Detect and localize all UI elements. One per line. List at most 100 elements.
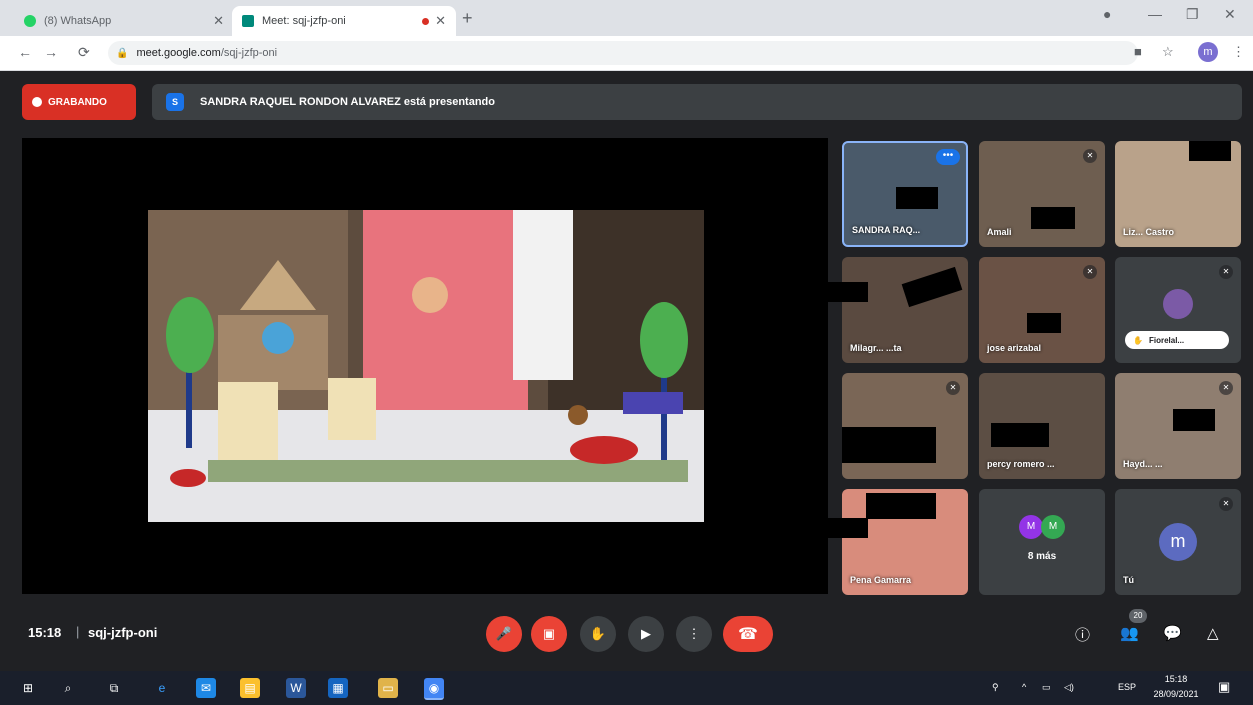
participant-tile[interactable]: ••• SANDRA RAQ... <box>842 141 968 247</box>
participant-name: Fiorelal... <box>1148 335 1185 345</box>
recording-badge: GRABANDO <box>22 84 136 120</box>
redaction-box <box>1031 207 1075 229</box>
redaction-box <box>991 423 1049 447</box>
mic-muted-icon: ✕ <box>1219 265 1233 279</box>
notifications-icon[interactable]: ▣ <box>1218 679 1230 695</box>
shared-video-scene <box>148 210 704 522</box>
mic-muted-icon: ✕ <box>1219 381 1233 395</box>
redaction-box <box>826 518 868 538</box>
participant-tile[interactable]: ✕ jose arizabal <box>979 257 1105 363</box>
meeting-time: 15:18 <box>28 625 62 640</box>
clock-time[interactable]: 15:18 <box>1158 674 1194 684</box>
participant-tile[interactable]: ✕ Amali <box>979 141 1105 247</box>
store-icon[interactable]: ▤ <box>240 678 260 698</box>
redaction-box <box>901 266 963 308</box>
lock-icon: 🔒 <box>116 47 129 59</box>
camera-toggle-button[interactable]: ▣ <box>531 616 567 652</box>
word-icon[interactable]: W <box>286 678 306 698</box>
back-icon[interactable]: ← <box>18 44 32 60</box>
mic-muted-icon: ✕ <box>1083 149 1097 163</box>
participant-name: Tú <box>1123 575 1134 585</box>
meeting-details-icon[interactable]: ⓘ <box>1075 624 1090 645</box>
close-icon[interactable]: ✕ <box>435 13 446 29</box>
present-screen-icon: ▶ <box>641 626 651 641</box>
self-tile[interactable]: ✕ m Tú <box>1115 489 1241 595</box>
new-tab-button[interactable]: + <box>462 8 473 29</box>
participant-tile[interactable]: Liz... Castro <box>1115 141 1241 247</box>
raise-hand-button[interactable]: ✋ <box>580 616 616 652</box>
participant-tile[interactable]: Milagr... ...ta <box>842 257 968 363</box>
participant-name: Amali <box>987 227 1012 237</box>
camera-off-icon: ▣ <box>542 626 556 641</box>
participant-name: jose arizabal <box>987 343 1042 353</box>
participant-count-badge: 20 <box>1129 609 1147 623</box>
participant-name: percy romero ... <box>987 459 1055 469</box>
participant-tile[interactable]: ✕ ✋ Fiorelal... <box>1115 257 1241 363</box>
search-icon[interactable]: ⌕ <box>58 678 78 698</box>
participant-tile[interactable]: percy romero ... <box>979 373 1105 479</box>
mic-toggle-button[interactable]: 🎤 <box>486 616 522 652</box>
mail-icon[interactable]: ✉ <box>196 678 216 698</box>
url-path: /sqj-jzfp-oni <box>220 47 278 59</box>
recording-indicator-icon <box>422 17 430 25</box>
more-count: 8 más <box>1027 551 1057 562</box>
present-button[interactable]: ▶ <box>628 616 664 652</box>
forward-icon[interactable]: → <box>44 44 58 60</box>
avatar: M <box>1041 515 1065 539</box>
tab-whatsapp[interactable]: (8) WhatsApp ✕ <box>14 6 234 36</box>
close-icon[interactable]: ✕ <box>213 13 224 29</box>
meeting-code: sqj-jzfp-oni <box>88 625 158 640</box>
redaction-box <box>826 282 868 302</box>
name-chip: ✋ Fiorelal... <box>1125 331 1229 349</box>
close-window-button[interactable]: ✕ <box>1224 6 1236 23</box>
more-participants-tile[interactable]: M M 8 más <box>979 489 1105 595</box>
tab-title: (8) WhatsApp <box>44 15 112 27</box>
end-call-button[interactable]: ☎ <box>723 616 773 652</box>
restore-button[interactable]: ❐ <box>1186 6 1199 23</box>
more-vert-icon: ⋮ <box>687 626 701 641</box>
reload-icon[interactable]: ⟳ <box>78 44 90 61</box>
extension-icon[interactable]: ● <box>1103 6 1111 22</box>
activities-icon[interactable]: △ <box>1207 624 1219 642</box>
people-tray-icon[interactable]: ⚲ <box>992 682 999 693</box>
file-explorer-icon[interactable]: ▭ <box>378 678 398 698</box>
tab-meet[interactable]: Meet: sqj-jzfp-oni ✕ <box>232 6 456 36</box>
participant-name: Pena Gamarra <box>850 575 912 585</box>
participant-tile[interactable]: Pena Gamarra <box>842 489 968 595</box>
edge-icon[interactable]: e <box>152 678 172 698</box>
presenter-avatar: S <box>166 93 184 111</box>
more-options-icon[interactable]: ••• <box>936 149 960 165</box>
url-input[interactable]: 🔒 meet.google.com/sqj-jzfp-oni <box>108 41 1138 65</box>
redaction-box <box>1189 141 1231 161</box>
avatar: M <box>1019 515 1043 539</box>
bookmark-star-icon[interactable]: ☆ <box>1162 44 1174 60</box>
profile-avatar[interactable]: m <box>1198 42 1218 62</box>
camera-icon[interactable]: ■ <box>1134 44 1142 59</box>
chevron-up-icon[interactable]: ^ <box>1022 682 1026 692</box>
redaction-box <box>866 493 936 519</box>
meet-icon <box>242 15 254 27</box>
redaction-box <box>896 187 938 209</box>
task-view-icon[interactable]: ⧉ <box>104 678 124 698</box>
windows-start-icon[interactable]: ⊞ <box>18 678 38 698</box>
volume-icon[interactable]: ◁) <box>1064 682 1074 693</box>
participant-tile[interactable]: ✕ Hayd... ... <box>1115 373 1241 479</box>
avatar <box>1163 289 1193 319</box>
redaction-box <box>1027 313 1061 333</box>
mic-muted-icon: ✕ <box>1083 265 1097 279</box>
clock-date[interactable]: 28/09/2021 <box>1146 689 1206 699</box>
language-indicator[interactable]: ESP <box>1118 682 1136 692</box>
network-icon[interactable]: ▭ <box>1042 682 1051 693</box>
whatsapp-icon <box>24 15 36 27</box>
menu-kebab-icon[interactable]: ⋮ <box>1232 44 1245 60</box>
more-options-button[interactable]: ⋮ <box>676 616 712 652</box>
tab-title: Meet: sqj-jzfp-oni <box>262 15 346 27</box>
chat-icon[interactable]: 💬 <box>1163 624 1182 642</box>
people-icon[interactable]: 👥 <box>1120 624 1139 642</box>
participant-tile[interactable]: ✕ <box>842 373 968 479</box>
app-icon[interactable]: ▦ <box>328 678 348 698</box>
recording-label: GRABANDO <box>48 96 107 108</box>
mic-off-icon: 🎤 <box>495 626 513 641</box>
chrome-icon[interactable]: ◉ <box>424 678 444 700</box>
minimize-button[interactable]: — <box>1148 6 1162 22</box>
